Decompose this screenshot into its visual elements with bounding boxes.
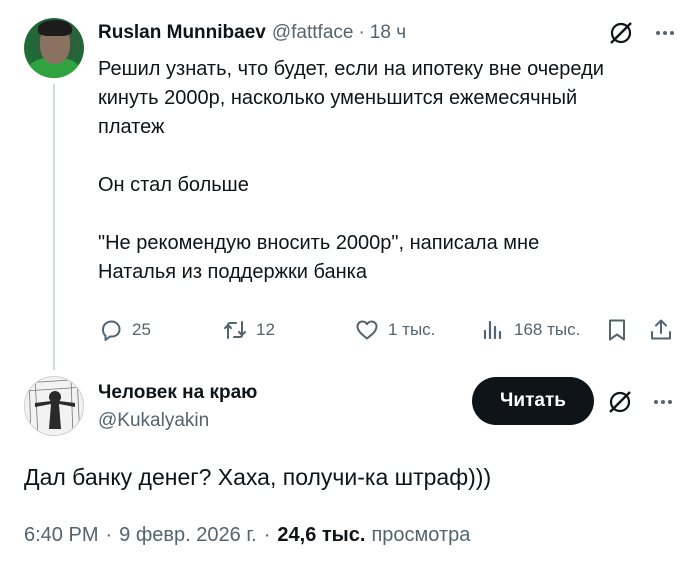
- avatar[interactable]: [24, 18, 84, 78]
- separator-dot: ·: [358, 22, 365, 43]
- grok-icon[interactable]: [608, 20, 634, 46]
- separator-dot: ·: [263, 524, 271, 546]
- follow-button[interactable]: Читать: [472, 377, 594, 425]
- views-count: 24,6 тыс.: [277, 524, 366, 546]
- tweet-header: Ruslan Munnibaev @fattface · 18 ч: [98, 20, 406, 46]
- bookmark-button[interactable]: [604, 310, 630, 350]
- views-label: просмотра: [371, 524, 471, 546]
- author-handle[interactable]: @Kukalyakin: [98, 410, 209, 432]
- tweet-actions: 25 12 1 тыс. 168 тыс.: [98, 310, 683, 350]
- like-button[interactable]: 1 тыс.: [354, 310, 435, 350]
- author-handle[interactable]: @fattface: [272, 22, 354, 44]
- grok-icon[interactable]: [607, 389, 633, 415]
- post-date[interactable]: 9 февр. 2026 г.: [119, 524, 257, 547]
- avatar[interactable]: [24, 376, 84, 436]
- like-count: 1 тыс.: [388, 320, 436, 339]
- views-icon: [483, 320, 502, 340]
- reply-count: 25: [132, 320, 151, 339]
- reply-button[interactable]: 25: [98, 310, 151, 350]
- like-icon: [356, 320, 378, 340]
- tweet-meta: 6:40 PM · 9 февр. 2026 г. · 24,6 тыс. пр…: [24, 524, 470, 547]
- more-icon[interactable]: [652, 20, 678, 46]
- views-button[interactable]: 168 тыс.: [480, 310, 580, 350]
- more-icon[interactable]: [650, 389, 676, 415]
- tweet-text: Решил узнать, что будет, если на ипотеку…: [98, 58, 604, 283]
- share-button[interactable]: [648, 310, 674, 350]
- repost-button[interactable]: 12: [222, 310, 275, 350]
- thread-line: [53, 84, 55, 370]
- reply-text: Дал банку денег? Хаха, получи-ка штраф))…: [24, 464, 492, 490]
- share-icon: [651, 319, 671, 340]
- reply-icon: [102, 320, 121, 341]
- repost-count: 12: [256, 320, 275, 339]
- views-count: 168 тыс.: [514, 320, 581, 339]
- separator-dot: ·: [105, 524, 113, 546]
- author-name[interactable]: Человек на краю: [98, 382, 257, 404]
- author-name[interactable]: Ruslan Munnibaev: [98, 22, 266, 44]
- repost-icon: [224, 321, 246, 339]
- bookmark-icon: [609, 319, 625, 341]
- timestamp[interactable]: 18 ч: [370, 22, 406, 44]
- post-time[interactable]: 6:40 PM: [24, 524, 98, 547]
